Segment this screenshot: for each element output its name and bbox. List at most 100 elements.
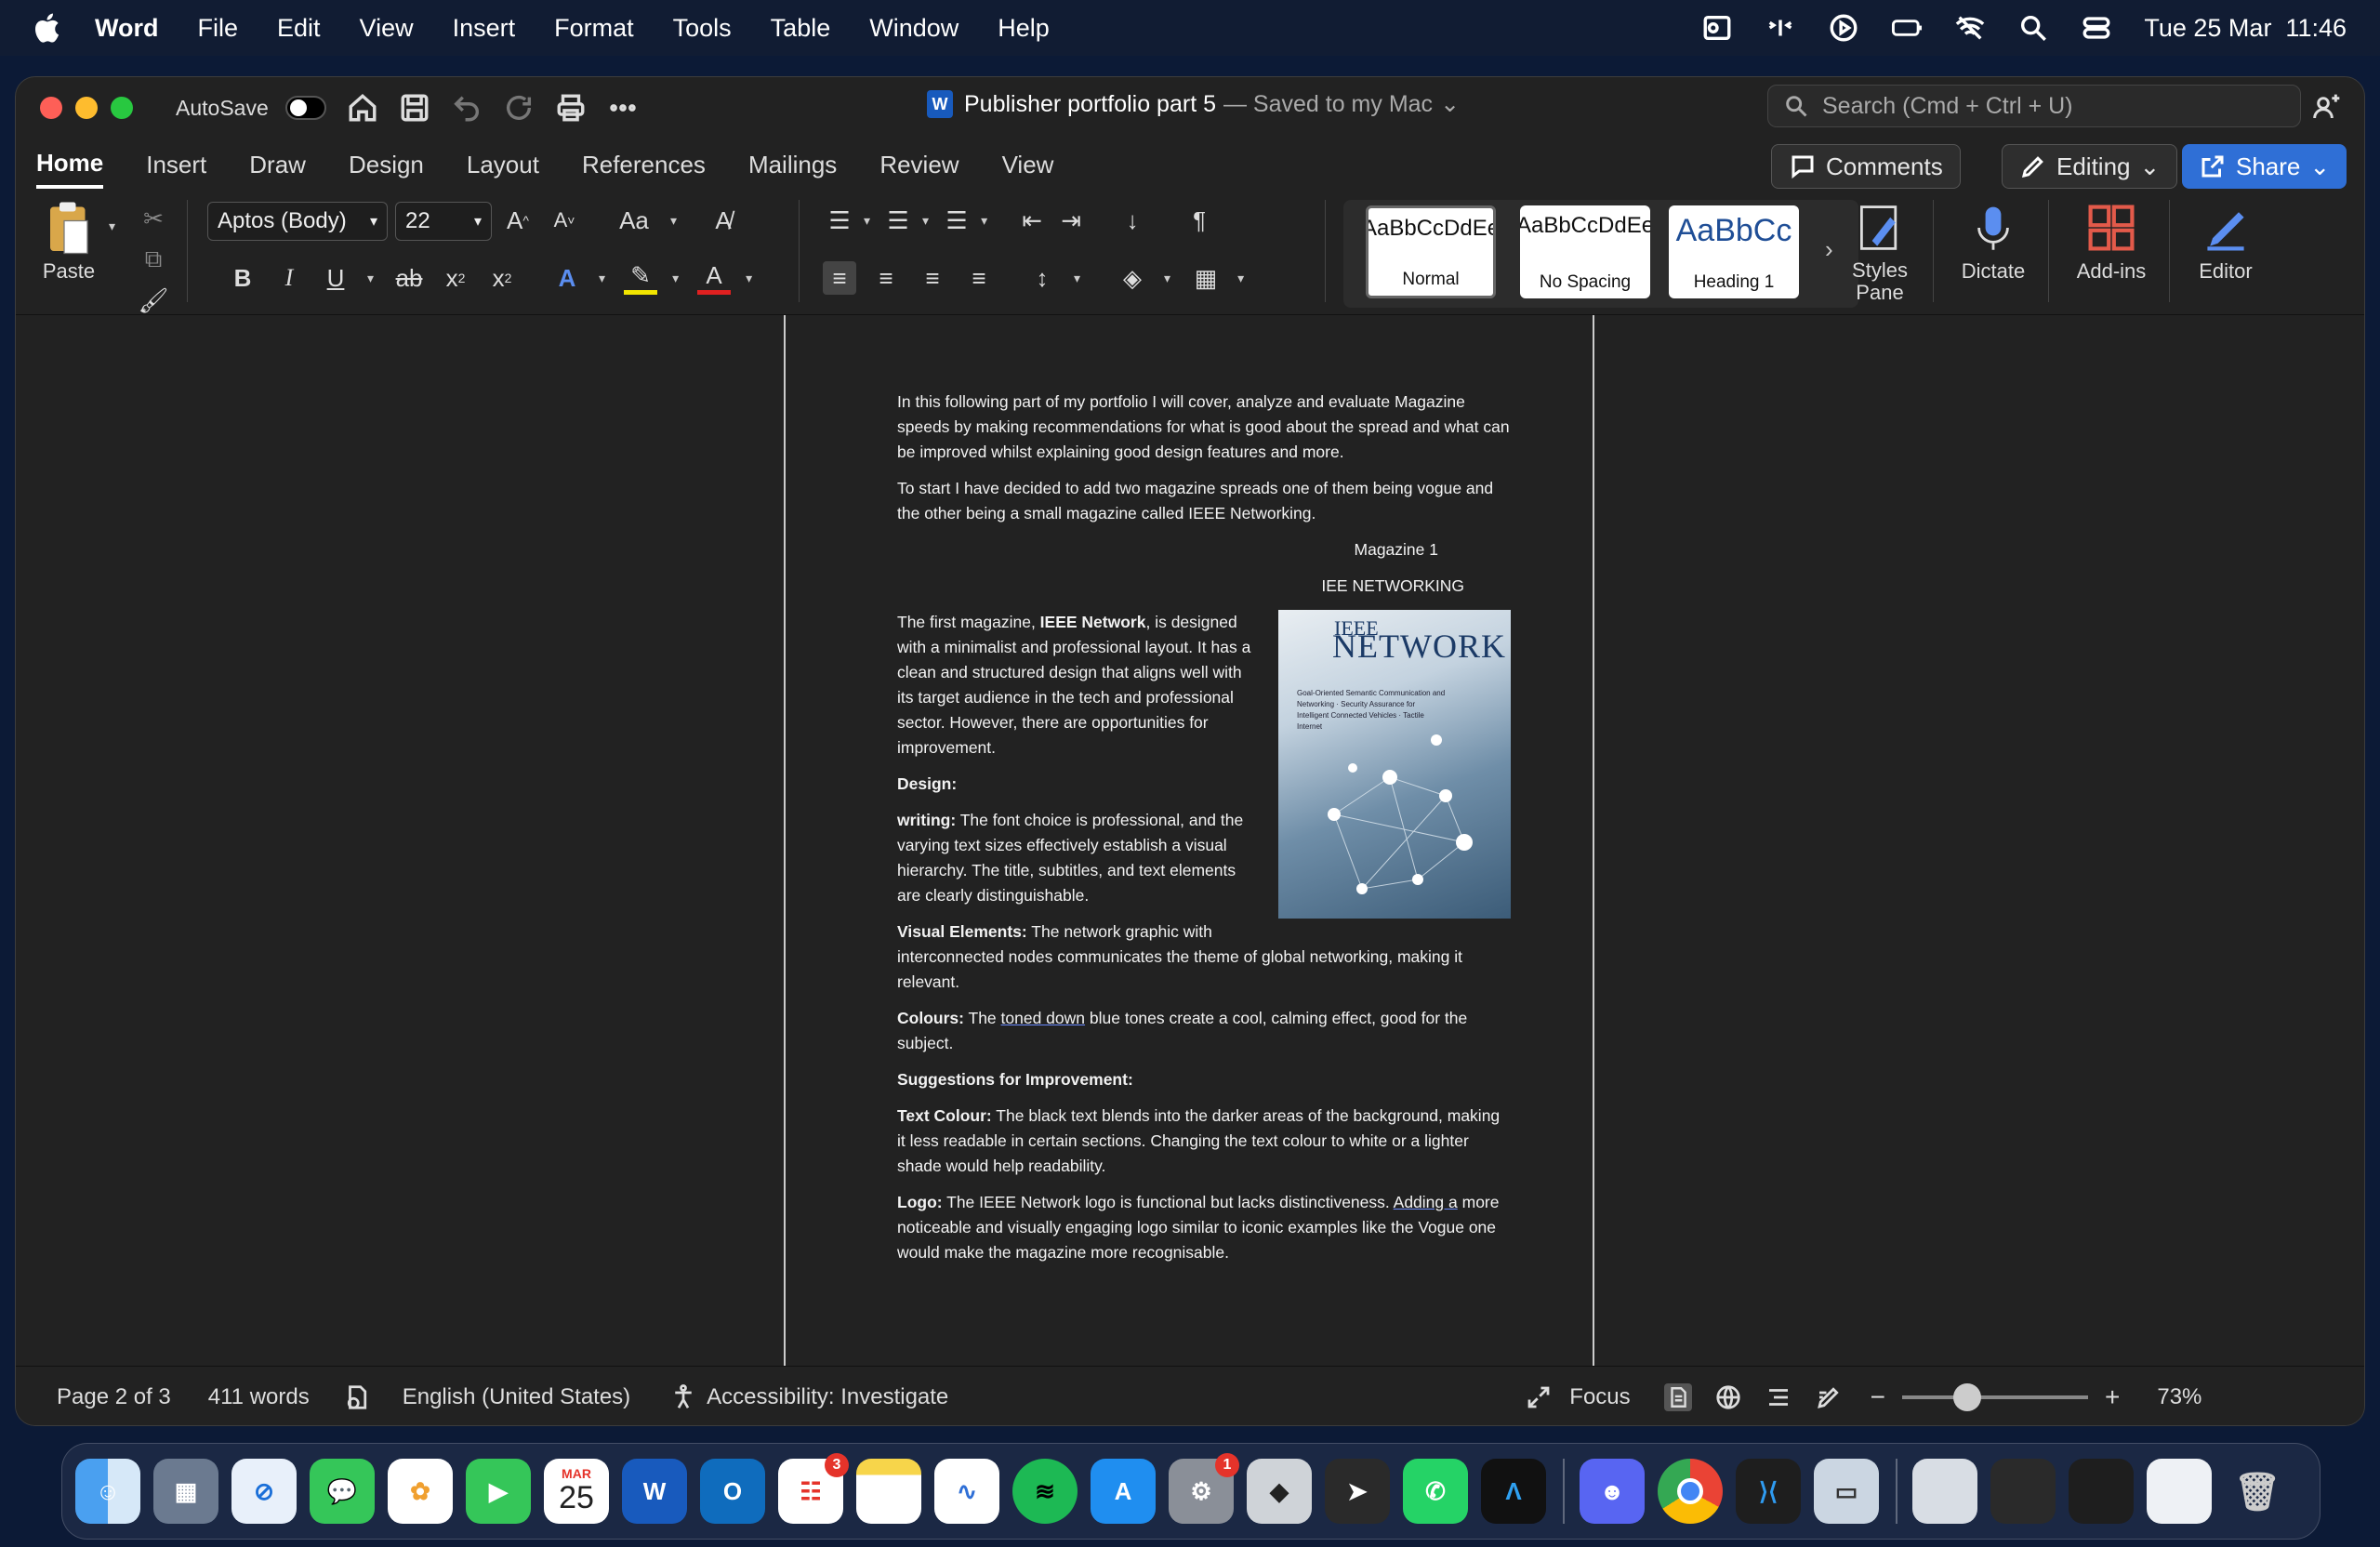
reminders-icon[interactable]: ☷ 3 (778, 1453, 849, 1524)
minimized-window-1[interactable] (1912, 1459, 1977, 1524)
text-effects-dropdown[interactable]: ▾ (599, 271, 605, 286)
zoom-slider-knob[interactable] (1953, 1382, 1981, 1411)
word-count[interactable]: 411 words (208, 1384, 310, 1410)
copy-icon[interactable]: ⧉ (137, 243, 170, 276)
app-store-icon[interactable]: A (1091, 1459, 1156, 1524)
launchpad-icon[interactable]: ▦ (153, 1459, 218, 1524)
redo-icon[interactable] (503, 92, 535, 124)
share-button[interactable]: Share ⌄ (2182, 144, 2347, 189)
spotlight-search-icon[interactable] (2017, 12, 2049, 44)
web-layout-icon[interactable] (1714, 1383, 1742, 1411)
numbering-icon[interactable]: ☰ (881, 204, 915, 237)
play-icon[interactable] (1828, 12, 1859, 44)
outlook-status-icon[interactable] (1701, 12, 1733, 44)
style-no-spacing[interactable]: AaBbCcDdEe No Spacing (1520, 205, 1650, 298)
decrease-indent-icon[interactable]: ⇤ (1015, 204, 1049, 237)
preview-icon[interactable]: ▭ (1814, 1459, 1879, 1524)
telegram-icon[interactable]: ➤ (1325, 1459, 1390, 1524)
system-settings-icon[interactable]: ⚙ 1 (1169, 1453, 1239, 1524)
vectorworks-icon[interactable]: Λ (1481, 1459, 1546, 1524)
style-heading-1[interactable]: AaBbCc Heading 1 (1669, 205, 1799, 298)
clear-formatting-icon[interactable]: A̸ (707, 204, 740, 237)
minimized-window-3[interactable] (2069, 1459, 2134, 1524)
tab-draw[interactable]: Draw (249, 151, 306, 187)
style-normal[interactable]: AaBbCcDdEe Normal (1366, 205, 1496, 298)
font-color-dropdown[interactable]: ▾ (746, 271, 752, 286)
highlight-icon[interactable]: ✎ (624, 261, 658, 295)
battery-icon[interactable] (1891, 12, 1923, 44)
wifi-off-icon[interactable] (1954, 12, 1986, 44)
menu-window[interactable]: Window (869, 14, 959, 43)
tab-insert[interactable]: Insert (146, 151, 206, 187)
grammar-flag[interactable]: toned down (1001, 1009, 1086, 1027)
whatsapp-icon[interactable]: ✆ (1403, 1459, 1468, 1524)
share-people-icon[interactable] (2312, 92, 2342, 122)
menu-tools[interactable]: Tools (673, 14, 732, 43)
menu-table[interactable]: Table (771, 14, 831, 43)
menu-edit[interactable]: Edit (277, 14, 321, 43)
photos-icon[interactable]: ✿ (388, 1459, 453, 1524)
magazine-name[interactable]: IEE NETWORKING (897, 574, 1511, 599)
facetime-icon[interactable]: ▶ (466, 1459, 531, 1524)
tab-layout[interactable]: Layout (467, 151, 539, 187)
borders-icon[interactable]: ▦ (1189, 261, 1223, 295)
highlight-dropdown[interactable]: ▾ (672, 271, 679, 286)
draft-icon[interactable] (1815, 1383, 1843, 1411)
underline-icon[interactable]: U (319, 261, 352, 295)
text-effects-icon[interactable]: A (550, 261, 584, 295)
focus-label[interactable]: Focus (1569, 1384, 1630, 1410)
bullets-dropdown[interactable]: ▾ (864, 213, 870, 229)
autosave-toggle[interactable] (284, 96, 326, 120)
tab-references[interactable]: References (582, 151, 706, 187)
airplay-icon[interactable] (1765, 12, 1796, 44)
language[interactable]: English (United States) (403, 1384, 630, 1410)
comments-button[interactable]: Comments (1771, 144, 1961, 189)
align-left-icon[interactable]: ≡ (823, 261, 856, 295)
proofing-icon[interactable] (343, 1383, 371, 1411)
paragraph[interactable]: To start I have decided to add two magaz… (897, 476, 1511, 526)
align-center-icon[interactable]: ≡ (869, 261, 903, 295)
focus-icon[interactable] (1525, 1383, 1553, 1411)
line-spacing-icon[interactable]: ↕ (1025, 261, 1059, 295)
shrink-font-icon[interactable]: A ˅ (548, 204, 581, 237)
accessibility-status[interactable]: Accessibility: Investigate (707, 1384, 948, 1410)
outlook-icon[interactable]: O (700, 1459, 765, 1524)
multilevel-dropdown[interactable]: ▾ (981, 213, 987, 229)
roblox-icon[interactable]: ◆ (1247, 1459, 1312, 1524)
search-field[interactable]: Search (Cmd + Ctrl + U) (1767, 85, 2301, 127)
save-icon[interactable] (399, 92, 430, 124)
sort-icon[interactable]: ↓ (1116, 204, 1149, 237)
magazine-cover-image[interactable]: IEEE NETWORK Goal-Oriented Semantic Comm… (1278, 610, 1511, 919)
borders-dropdown[interactable]: ▾ (1237, 271, 1244, 286)
numbering-dropdown[interactable]: ▾ (922, 213, 929, 229)
paragraph-logo[interactable]: Logo: The IEEE Network logo is functiona… (897, 1190, 1511, 1265)
home-icon[interactable] (347, 92, 378, 124)
strikethrough-icon[interactable]: ab (392, 261, 426, 295)
zoom-level[interactable]: 73% (2157, 1384, 2202, 1410)
zoom-window-button[interactable] (111, 97, 133, 119)
tab-design[interactable]: Design (349, 151, 424, 187)
addins-button[interactable]: Add-ins (2065, 202, 2158, 284)
change-case-dropdown[interactable]: ▾ (670, 213, 677, 229)
clock[interactable]: Tue 25 Mar 11:46 (2144, 14, 2347, 43)
bold-icon[interactable]: B (226, 261, 259, 295)
justify-icon[interactable]: ≡ (962, 261, 996, 295)
shading-icon[interactable]: ◈ (1116, 261, 1149, 295)
editor-button[interactable]: Editor (2184, 202, 2268, 284)
safari-icon[interactable]: ⊘ (231, 1459, 297, 1524)
shading-dropdown[interactable]: ▾ (1164, 271, 1170, 286)
accessibility-icon[interactable] (669, 1383, 697, 1411)
line-spacing-dropdown[interactable]: ▾ (1074, 271, 1080, 286)
paste-button[interactable]: Paste (27, 200, 111, 284)
finder-icon[interactable]: ☺ (75, 1459, 140, 1524)
underline-dropdown[interactable]: ▾ (367, 271, 374, 286)
print-icon[interactable] (555, 92, 587, 124)
zoom-in-button[interactable]: + (2105, 1382, 2120, 1412)
menu-app-name[interactable]: Word (95, 14, 159, 43)
document-page[interactable]: In this following part of my portfolio I… (784, 315, 1594, 1366)
paragraph-text-colour[interactable]: Text Colour: The black text blends into … (897, 1104, 1511, 1179)
dictate-button[interactable]: Dictate (1951, 202, 2035, 284)
vscode-icon[interactable]: ⟩⟨ (1736, 1459, 1801, 1524)
tab-mailings[interactable]: Mailings (748, 151, 837, 187)
subscript-icon[interactable]: x2 (439, 261, 472, 295)
